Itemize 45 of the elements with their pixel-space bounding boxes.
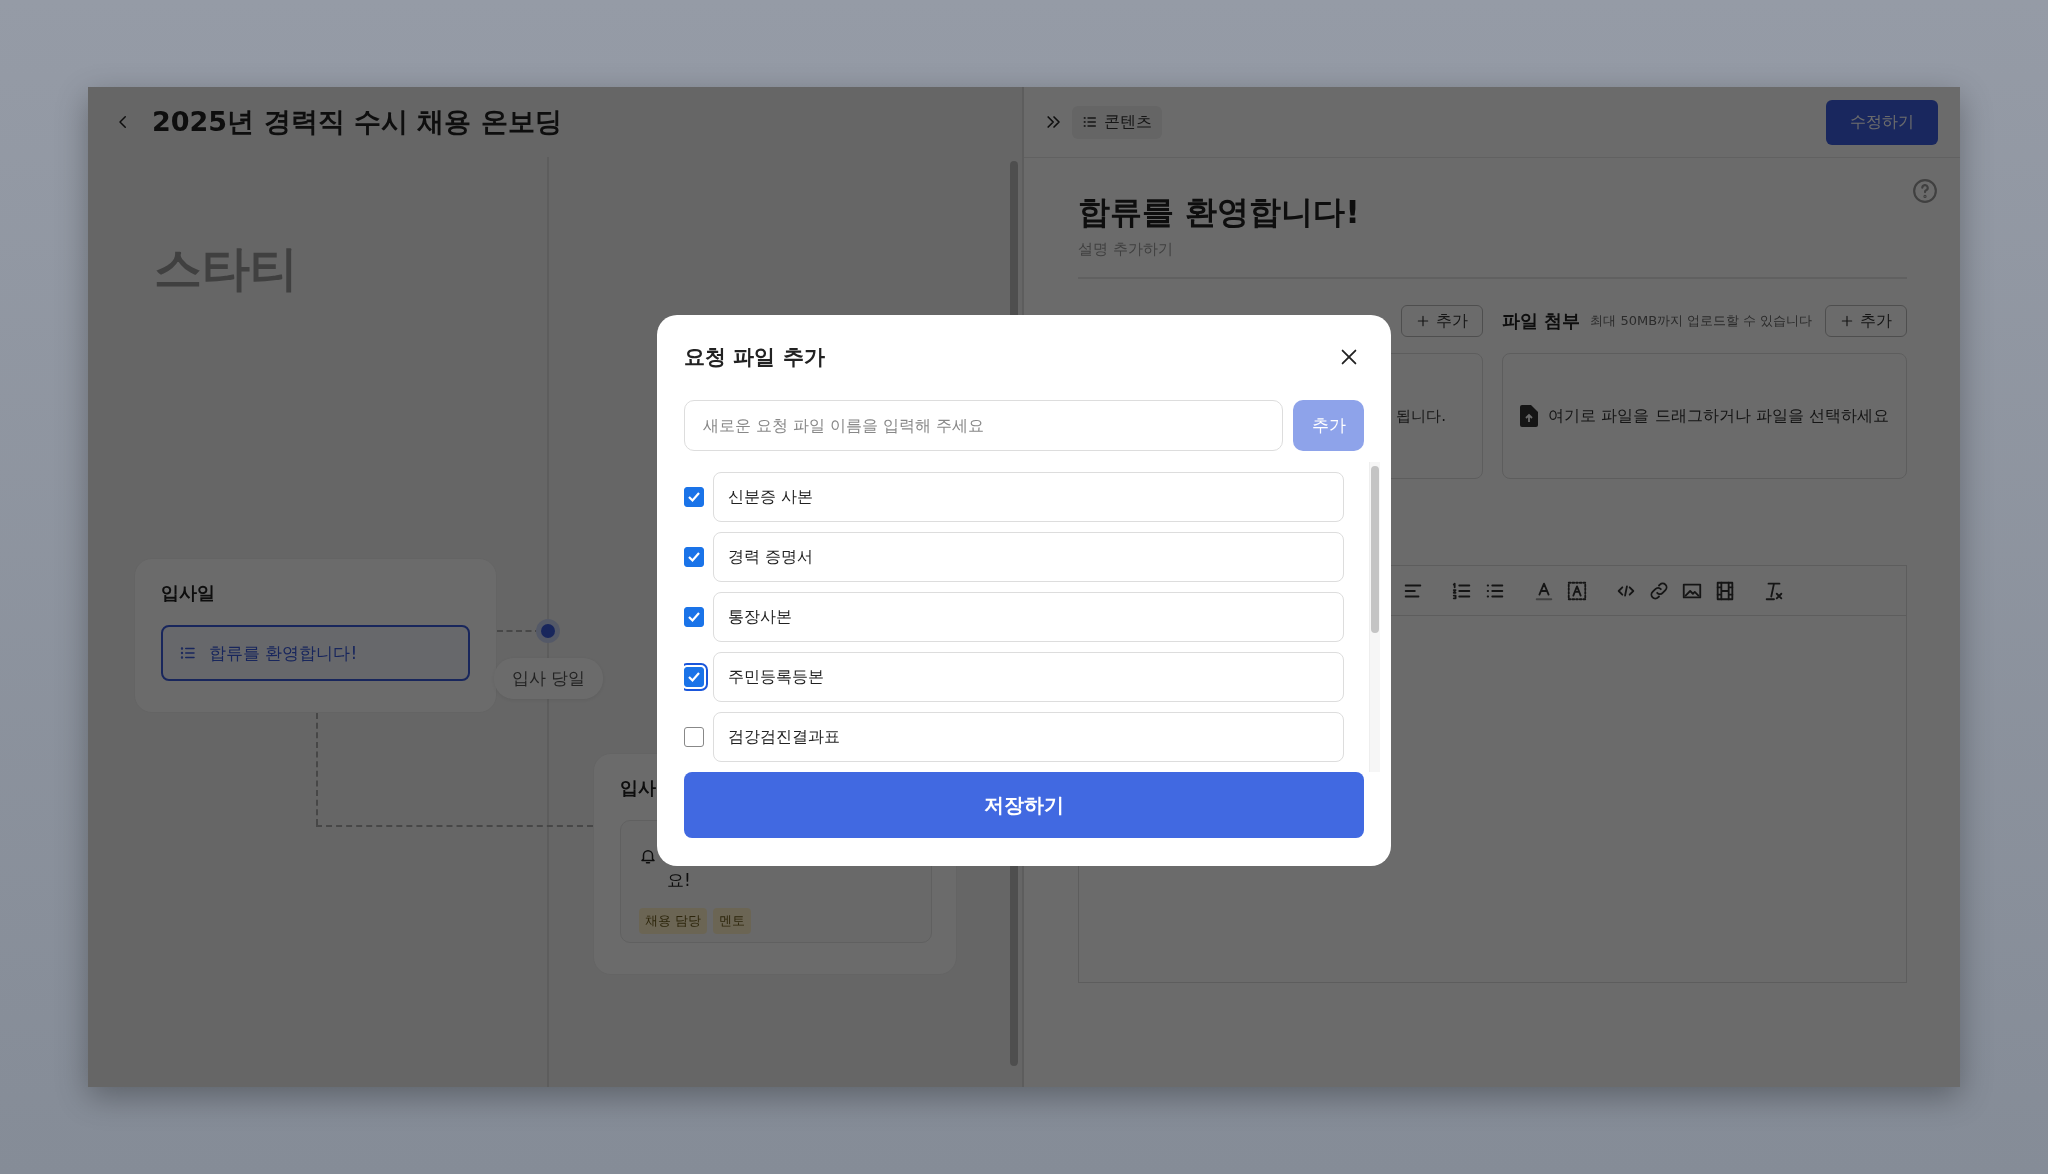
plus-icon — [1416, 314, 1430, 328]
scrollbar[interactable] — [1369, 462, 1380, 772]
checkbox[interactable] — [684, 607, 704, 627]
section-note: 최대 50MB까지 업로드할 수 있습니다 — [1590, 312, 1813, 330]
edit-button[interactable]: 수정하기 — [1826, 99, 1938, 145]
content-title: 합류를 환영합니다! — [1078, 192, 1361, 232]
checkbox[interactable] — [684, 487, 704, 507]
stage-title: 입사일 — [161, 581, 216, 605]
file-name-field[interactable]: 신분증 사본 — [713, 472, 1344, 522]
file-dropzone[interactable]: 여기로 파일을 드래그하거나 파일을 선택하세요 — [1502, 353, 1907, 479]
item-label: 합류를 환영합니다! — [209, 641, 358, 665]
checkbox[interactable] — [684, 727, 704, 747]
content-item[interactable]: 합류를 환영합니다! — [161, 625, 470, 681]
check-icon — [687, 610, 701, 624]
timeline-label: 입사 당일 — [494, 658, 604, 699]
section-text: 여기로 파일을 드래그하거나 파일을 선택하세요 — [1548, 405, 1889, 427]
dialog-title: 요청 파일 추가 — [684, 344, 825, 371]
file-name-field[interactable]: 검강검진결과표 — [713, 712, 1344, 762]
file-name-field[interactable]: 주민등록등본 — [713, 652, 1344, 702]
bell-icon — [639, 847, 657, 865]
file-upload-icon — [1520, 405, 1539, 427]
highlight-icon — [1566, 579, 1588, 602]
stage-title: 입사 — [620, 776, 657, 800]
notice-text: 요! — [667, 869, 691, 892]
file-name-field[interactable]: 경력 증명서 — [713, 532, 1344, 582]
check-icon — [687, 670, 701, 684]
list-icon — [179, 644, 197, 662]
save-button[interactable]: 저장하기 — [684, 772, 1364, 838]
section-title: 파일 첨부 — [1502, 309, 1581, 333]
page-title: 2025년 경력직 수시 채용 온보딩 — [152, 105, 562, 139]
help-icon — [1912, 178, 1938, 204]
add-button[interactable]: 추가 — [1401, 305, 1483, 337]
check-icon — [687, 490, 701, 504]
list-icon — [1082, 114, 1098, 130]
plus-icon — [1840, 314, 1854, 328]
role-tag: 멘토 — [713, 908, 752, 934]
role-tag: 채용 담당 — [639, 908, 708, 934]
check-icon — [687, 550, 701, 564]
checkbox[interactable] — [684, 547, 704, 567]
add-button[interactable]: 추가 — [1825, 305, 1907, 337]
film-icon — [1714, 579, 1736, 602]
contents-tab[interactable]: 콘텐츠 — [1072, 105, 1162, 139]
file-name-field[interactable]: 통장사본 — [713, 592, 1344, 642]
section-text: 됩니다. — [1396, 406, 1446, 426]
file-name-input[interactable]: 새로운 요청 파일 이름을 입력해 주세요 — [684, 400, 1283, 451]
